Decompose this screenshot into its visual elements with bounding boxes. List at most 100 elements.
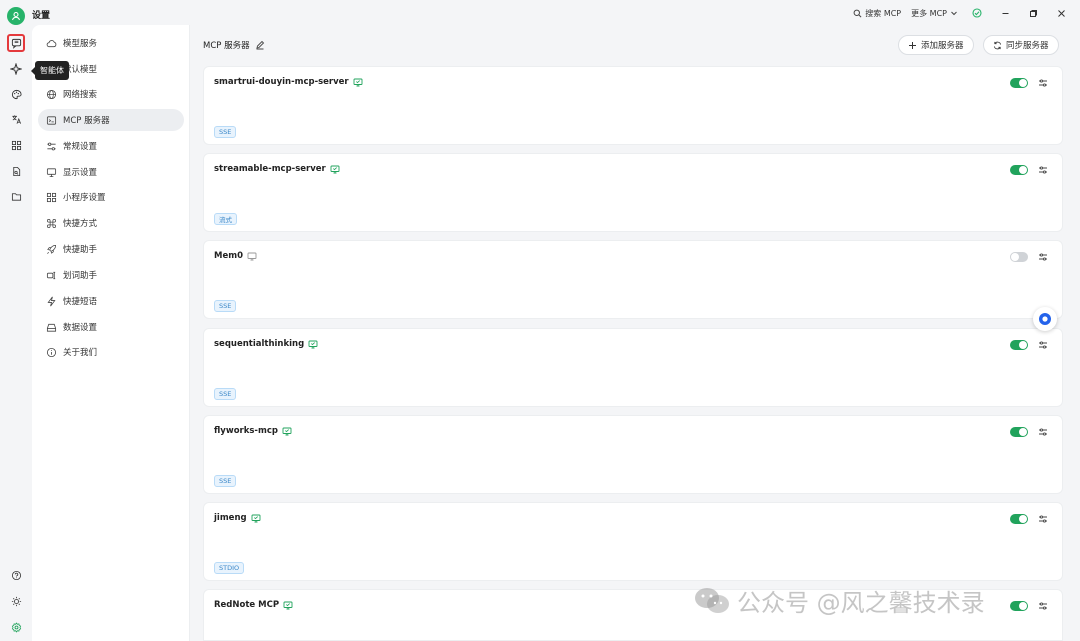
page-title-row: MCP 服务器 [203, 39, 265, 51]
sync-icon [993, 41, 1002, 49]
menu-item-model-service[interactable]: 模型服务 [38, 32, 184, 54]
search-mcp-label: 搜索 MCP [865, 8, 902, 18]
restore-icon [1029, 9, 1037, 17]
server-settings-icon[interactable] [1036, 76, 1050, 90]
server-card[interactable]: jimeng STDIO [203, 502, 1063, 581]
server-settings-icon[interactable] [1036, 425, 1050, 439]
server-settings-icon[interactable] [1036, 250, 1050, 264]
server-settings-icon[interactable] [1036, 163, 1050, 177]
monitor-status-icon [283, 601, 293, 609]
server-card[interactable]: Mem0 SSE [203, 240, 1063, 319]
file-search-icon[interactable] [7, 162, 25, 180]
menu-item-shortcuts[interactable]: 快捷方式 [38, 212, 184, 234]
menu-item-label: 小程序设置 [63, 193, 106, 203]
command-icon [46, 218, 57, 229]
menu-item-quick-assistant[interactable]: 快捷助手 [38, 238, 184, 260]
menu-item-label: 划词助手 [63, 271, 98, 281]
close-button[interactable] [1052, 6, 1070, 20]
window-title: 设置 [32, 11, 51, 21]
menu-item-label: 模型服务 [63, 39, 98, 49]
more-mcp-label: 更多 MCP [911, 8, 947, 18]
user-avatar[interactable] [7, 7, 25, 25]
translate-icon[interactable] [7, 110, 25, 128]
sparkle-icon[interactable] [7, 60, 25, 78]
monitor-status-icon [251, 514, 261, 522]
menu-item-label: 快捷助手 [63, 245, 98, 255]
server-name: jimeng [214, 513, 247, 523]
monitor-status-icon [308, 340, 318, 348]
minimize-button[interactable] [996, 6, 1014, 20]
menu-item-mcp-server[interactable]: MCP 服务器 [38, 109, 184, 131]
server-name: smartrui-douyin-mcp-server [214, 77, 349, 87]
theme-sun-icon[interactable] [7, 592, 25, 610]
menu-item-about[interactable]: 关于我们 [38, 341, 184, 363]
enable-toggle[interactable] [1010, 601, 1028, 611]
server-card[interactable]: smartrui-douyin-mcp-server SSE [203, 66, 1063, 145]
add-server-button[interactable]: 添加服务器 [898, 35, 974, 55]
menu-item-data-settings[interactable]: 数据设置 [38, 316, 184, 338]
edit-icon[interactable] [255, 40, 265, 50]
chat-icon[interactable] [7, 34, 25, 52]
main-panel: MCP 服务器 添加服务器 同步服务器 smartrui-douyin-mcp-… [190, 25, 1080, 641]
monitor-status-icon [353, 78, 363, 86]
wechat-logo-icon [695, 587, 729, 613]
menu-item-web-search[interactable]: 网络搜索 [38, 83, 184, 105]
menu-item-display-settings[interactable]: 显示设置 [38, 161, 184, 183]
server-type-tag: SSE [214, 126, 237, 138]
server-settings-icon[interactable] [1036, 599, 1050, 613]
enable-toggle[interactable] [1010, 427, 1028, 437]
terminal-icon [46, 115, 57, 126]
settings-gear-icon[interactable] [7, 618, 25, 636]
drive-icon [46, 322, 57, 333]
menu-item-miniapp-settings[interactable]: 小程序设置 [38, 186, 184, 208]
server-card[interactable]: flyworks-mcp SSE [203, 415, 1063, 494]
enable-toggle[interactable] [1010, 165, 1028, 175]
menu-item-label: 显示设置 [63, 168, 98, 178]
rocket-icon [46, 244, 57, 255]
cloud-icon [46, 38, 57, 49]
server-card[interactable]: sequentialthinking SSE [203, 328, 1063, 407]
apps-grid-icon[interactable] [7, 136, 25, 154]
search-icon [853, 9, 862, 17]
menu-item-quick-phrases[interactable]: 快捷短语 [38, 290, 184, 312]
menu-item-label: MCP 服务器 [63, 116, 110, 126]
menu-item-label: 关于我们 [63, 348, 98, 358]
title-bar: 设置 搜索 MCP 更多 MCP [0, 0, 1080, 25]
folder-icon[interactable] [7, 187, 25, 205]
close-icon [1057, 9, 1065, 17]
monitor-icon [46, 167, 57, 178]
menu-item-label: 快捷短语 [63, 297, 98, 307]
palette-icon[interactable] [7, 85, 25, 103]
enable-toggle[interactable] [1010, 252, 1028, 262]
server-card[interactable]: streamable-mcp-server 流式 [203, 153, 1063, 232]
server-type-tag: 流式 [214, 213, 237, 225]
enable-toggle[interactable] [1010, 78, 1028, 88]
enable-toggle[interactable] [1010, 514, 1028, 524]
bolt-icon [46, 296, 57, 307]
server-settings-icon[interactable] [1036, 512, 1050, 526]
menu-item-general-settings[interactable]: 常规设置 [38, 135, 184, 157]
server-type-tag: SSE [214, 300, 237, 312]
info-icon [46, 347, 57, 358]
help-icon[interactable] [7, 566, 25, 584]
server-name: sequentialthinking [214, 339, 305, 349]
chat-bubble-icon [1039, 313, 1051, 325]
menu-item-label: 常规设置 [63, 142, 98, 152]
floating-assistant-button[interactable] [1033, 307, 1057, 331]
monitor-status-icon [330, 165, 340, 173]
more-mcp-dropdown[interactable]: 更多 MCP [911, 8, 958, 19]
agent-tooltip: 智能体 [31, 61, 69, 80]
sync-server-button[interactable]: 同步服务器 [983, 35, 1059, 55]
menu-item-selection-assistant[interactable]: 划词助手 [38, 264, 184, 286]
server-name: flyworks-mcp [214, 426, 278, 436]
server-name: streamable-mcp-server [214, 164, 326, 174]
server-settings-icon[interactable] [1036, 338, 1050, 352]
restore-button[interactable] [1024, 6, 1042, 20]
sliders-icon [46, 141, 57, 152]
watermark: 公众号 @风之馨技术录 [693, 583, 985, 618]
enable-toggle[interactable] [1010, 340, 1028, 350]
minimize-icon [1002, 12, 1008, 14]
search-mcp-button[interactable]: 搜索 MCP [853, 8, 901, 19]
monitor-status-icon [282, 427, 292, 435]
status-check-icon[interactable] [968, 6, 986, 20]
